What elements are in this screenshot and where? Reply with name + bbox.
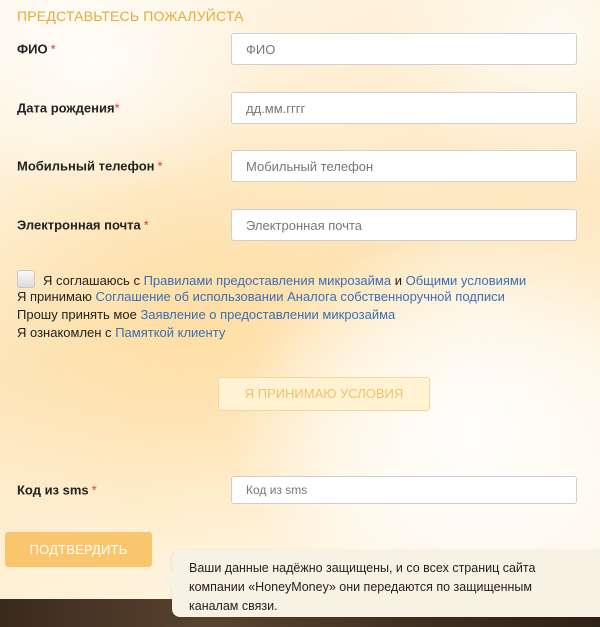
required-mark: * xyxy=(143,217,149,233)
rules-link[interactable]: Правилами предоставления микрозайма xyxy=(144,273,392,288)
signature-agreement-link[interactable]: Соглашение об использовании Аналога собс… xyxy=(96,289,505,304)
required-mark: * xyxy=(91,482,97,498)
loan-application-link[interactable]: Заявление о предоставлении микрозайма xyxy=(140,307,395,322)
email-label: Электронная почта * xyxy=(17,217,149,233)
sms-label: Код из sms * xyxy=(17,482,97,498)
agreement-checkbox[interactable] xyxy=(17,270,35,288)
security-tooltip: Ваши данные надёжно защищены, и со всех … xyxy=(163,550,600,617)
agreement-line-signature: Я принимаю Соглашение об использовании А… xyxy=(17,289,505,304)
field-row-birthdate: Дата рождения* xyxy=(17,92,577,124)
birthdate-label: Дата рождения* xyxy=(17,100,120,116)
accept-terms-button[interactable]: Я ПРИНИМАЮ УСЛОВИЯ xyxy=(218,377,430,411)
client-memo-link[interactable]: Памяткой клиенту xyxy=(115,325,225,340)
agreement-block: Я соглашаюсь с Правилами предоставления … xyxy=(17,270,587,342)
fio-label: ФИО * xyxy=(17,41,56,57)
birthdate-input[interactable] xyxy=(231,92,577,124)
required-mark: * xyxy=(114,100,120,116)
phone-label: Мобильный телефон * xyxy=(17,158,163,174)
application-form: ПРЕДСТАВЬТЕСЬ ПОЖАЛУЙСТА ФИО* Дата рожде… xyxy=(0,0,600,627)
field-row-phone: Мобильный телефон * xyxy=(17,150,577,182)
field-row-email: Электронная почта * xyxy=(17,209,577,241)
agreement-line-application: Прошу принять мое Заявление о предоставл… xyxy=(17,307,396,322)
agreement-line-rules: Я соглашаюсь с Правилами предоставления … xyxy=(17,270,587,288)
field-row-sms: Код из sms * xyxy=(17,476,577,508)
phone-input[interactable] xyxy=(231,150,577,182)
required-mark: * xyxy=(157,158,163,174)
sms-code-input[interactable] xyxy=(231,476,577,504)
section-title: ПРЕДСТАВЬТЕСЬ ПОЖАЛУЙСТА xyxy=(17,8,244,24)
confirm-button[interactable]: ПОДТВЕРДИТЬ xyxy=(5,532,152,567)
agreement-line-memo: Я ознакомлен с Памяткой клиенту xyxy=(17,325,226,340)
field-row-fio: ФИО * xyxy=(17,33,577,65)
fio-input[interactable] xyxy=(231,33,577,65)
email-input[interactable] xyxy=(231,209,577,241)
general-terms-link[interactable]: Общими условиями xyxy=(406,273,527,288)
required-mark: * xyxy=(50,41,56,57)
